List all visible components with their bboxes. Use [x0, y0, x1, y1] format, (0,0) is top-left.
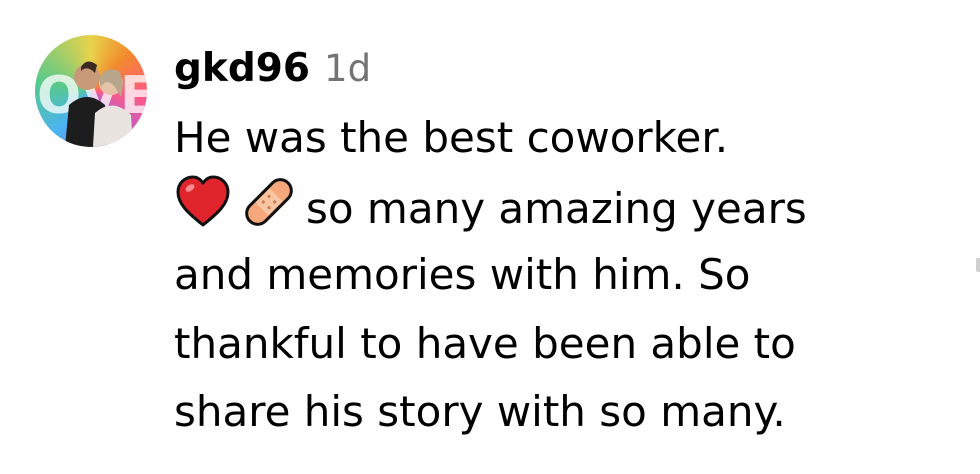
comment-line-with-emoji: so many amazing years [174, 173, 964, 242]
comment-line: thankful to have been able to [174, 318, 796, 368]
avatar[interactable]: OVE [35, 35, 147, 147]
comment-line-text: so many amazing years [306, 183, 807, 233]
scrollbar-edge[interactable] [976, 258, 980, 272]
comment-line: share his story with so many. [174, 387, 786, 436]
comment-line: He was the best coworker. [174, 113, 729, 162]
comment-text: He was the best coworker. so many amazin… [174, 104, 964, 447]
username-link[interactable]: gkd96 [174, 38, 310, 100]
adhesive-bandage-emoji-icon [240, 173, 298, 231]
red-heart-emoji-icon [174, 173, 232, 231]
timestamp[interactable]: 1d [324, 38, 371, 100]
avatar-image: OVE [37, 61, 147, 147]
comment-meta: gkd96 1d [174, 38, 964, 100]
comment-content: gkd96 1d He was the best coworker. so ma… [174, 38, 964, 447]
comment-line: and memories with him. So [174, 250, 751, 299]
comment: OVE gkd96 1d He was the best coworker. s… [0, 0, 980, 474]
